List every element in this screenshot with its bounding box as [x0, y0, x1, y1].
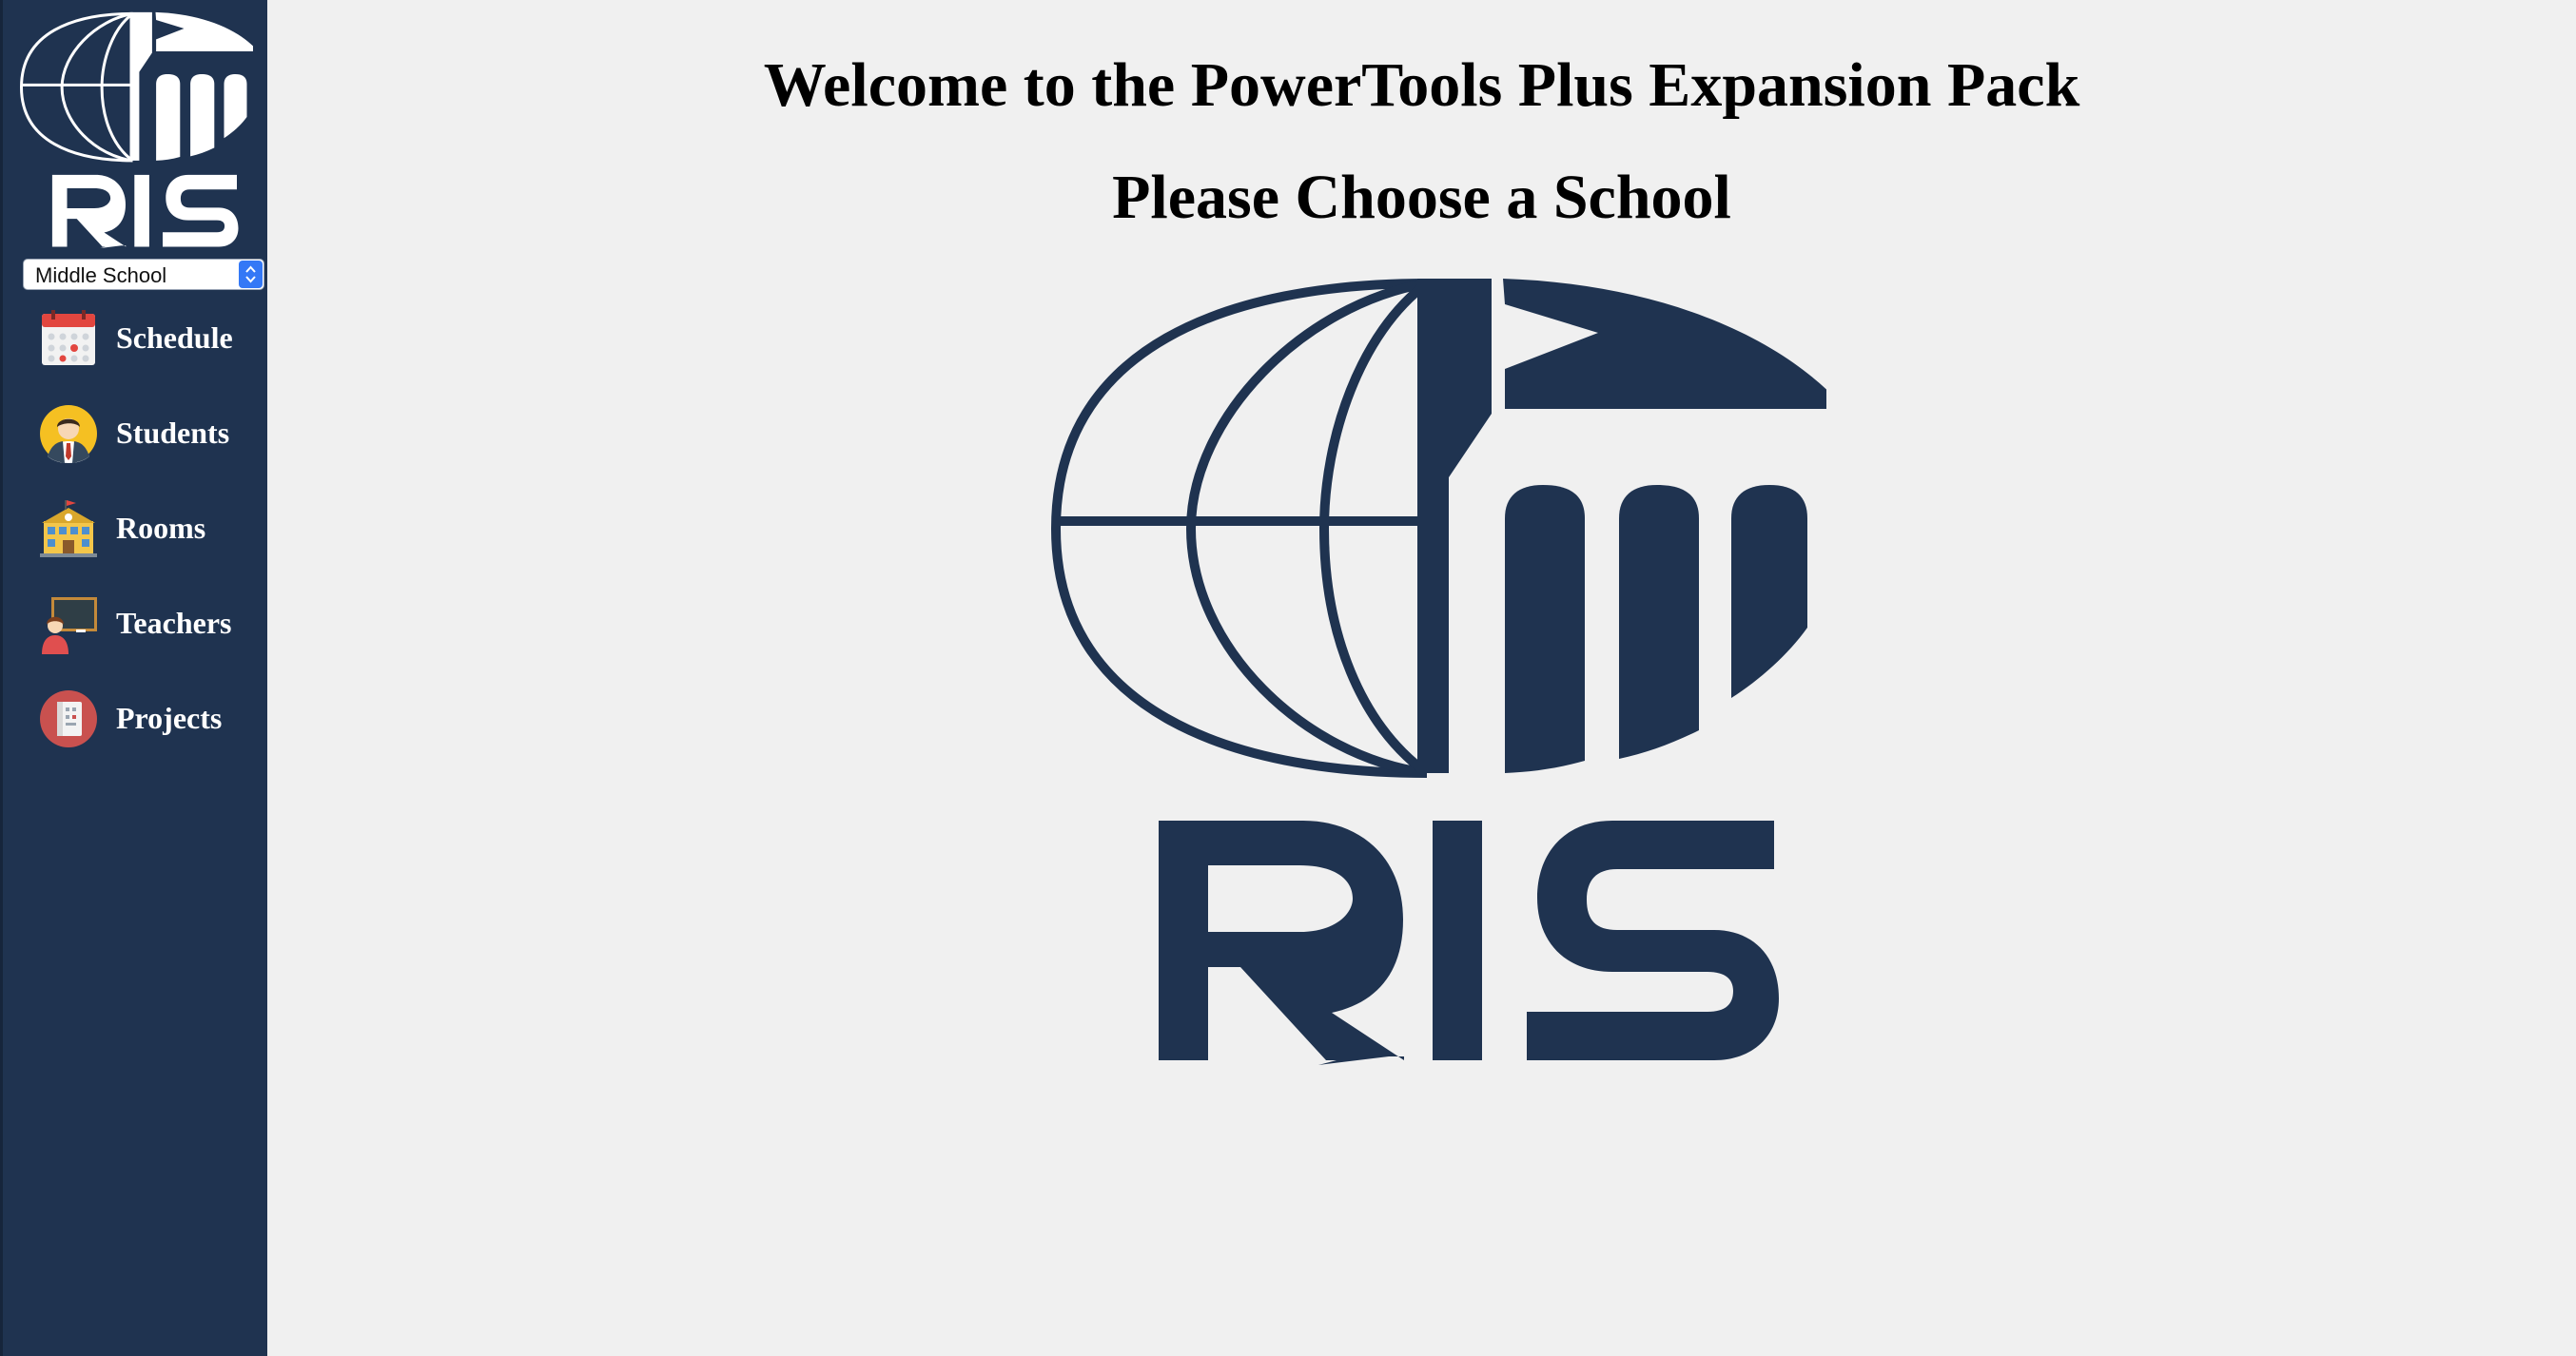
sidebar-item-label: Schedule	[116, 320, 233, 355]
school-building-icon	[40, 500, 97, 557]
sidebar-item-label: Students	[116, 416, 230, 450]
sidebar-edge	[0, 0, 3, 1356]
school-select[interactable]: Middle School	[23, 259, 264, 290]
sidebar-item-students[interactable]: Students	[34, 399, 263, 468]
notebook-icon	[40, 690, 97, 747]
ris-globe-logo	[1037, 276, 1826, 1075]
sidebar-item-rooms[interactable]: Rooms	[34, 494, 263, 563]
sidebar-item-label: Teachers	[116, 606, 232, 640]
chevron-up-down-icon[interactable]	[239, 261, 263, 288]
page-subtitle: Please Choose a School	[1112, 163, 1731, 232]
school-select-value: Middle School	[35, 263, 167, 287]
sidebar-item-label: Rooms	[116, 511, 206, 545]
sidebar-item-projects[interactable]: Projects	[34, 685, 263, 753]
page-title: Welcome to the PowerTools Plus Expansion…	[763, 50, 2080, 120]
sidebar-item-schedule[interactable]: Schedule	[34, 304, 263, 373]
teacher-chalkboard-icon	[42, 597, 97, 654]
calendar-icon	[42, 310, 95, 365]
sidebar-item-teachers[interactable]: Teachers	[34, 590, 263, 658]
student-icon	[40, 405, 97, 463]
ris-globe-logo	[20, 11, 253, 250]
sidebar-item-label: Projects	[116, 701, 223, 735]
sidebar: Middle School Schedule Students Rooms Te…	[0, 0, 267, 1356]
